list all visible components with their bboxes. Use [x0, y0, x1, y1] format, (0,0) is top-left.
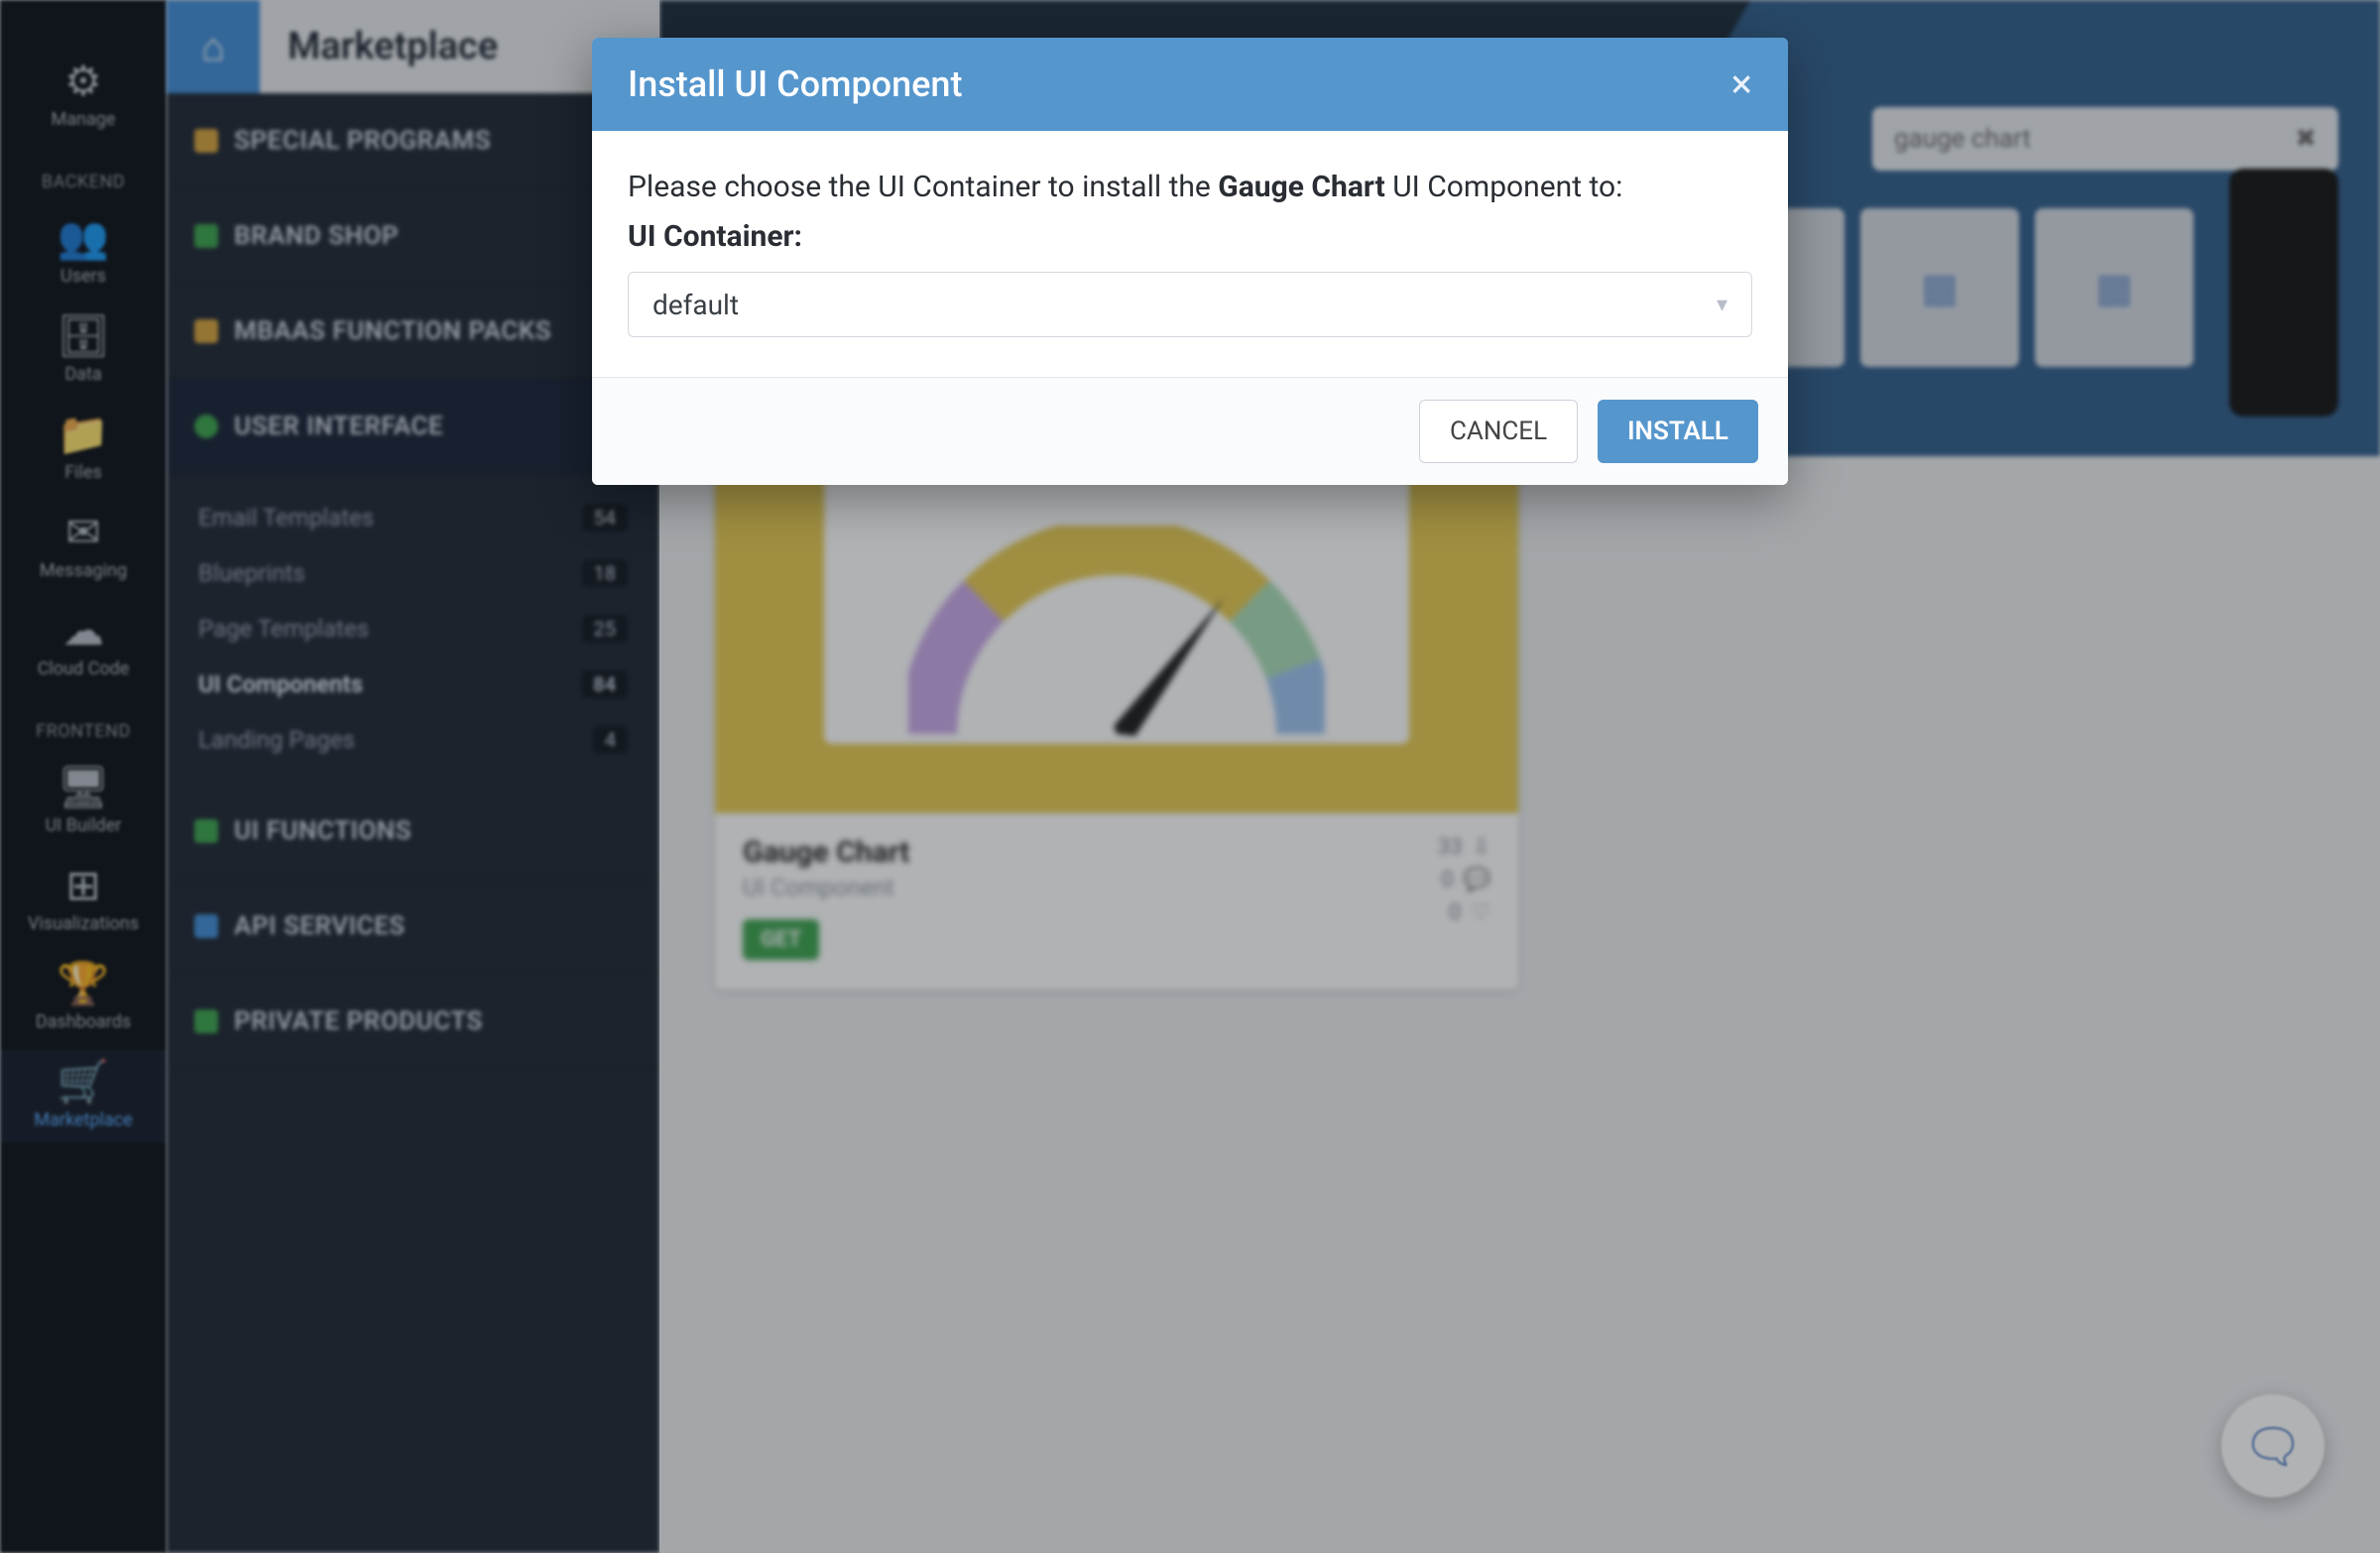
modal-body: Please choose the UI Container to instal…	[592, 131, 1788, 377]
select-value: default	[653, 289, 739, 321]
chevron-down-icon: ▾	[1717, 293, 1727, 317]
modal-footer: CANCEL INSTALL	[592, 377, 1788, 485]
prompt-pre: Please choose the UI Container to instal…	[628, 170, 1218, 204]
modal-overlay[interactable]: Install UI Component × Please choose the…	[0, 0, 2380, 1553]
cancel-button[interactable]: CANCEL	[1419, 400, 1578, 463]
modal-title: Install UI Component	[628, 63, 962, 105]
install-button[interactable]: INSTALL	[1598, 400, 1758, 463]
close-icon[interactable]: ×	[1731, 64, 1752, 104]
app-root: ⚙ Manage BACKEND 👥 Users 🗄 Data 📁 Files …	[0, 0, 2380, 1553]
ui-container-select[interactable]: default ▾	[628, 272, 1752, 337]
prompt-post: UI Component to:	[1385, 170, 1623, 204]
install-modal: Install UI Component × Please choose the…	[592, 38, 1788, 485]
prompt-bold: Gauge Chart	[1218, 170, 1384, 204]
modal-prompt: Please choose the UI Container to instal…	[628, 165, 1752, 209]
modal-header: Install UI Component ×	[592, 38, 1788, 131]
field-label: UI Container:	[628, 219, 1752, 254]
